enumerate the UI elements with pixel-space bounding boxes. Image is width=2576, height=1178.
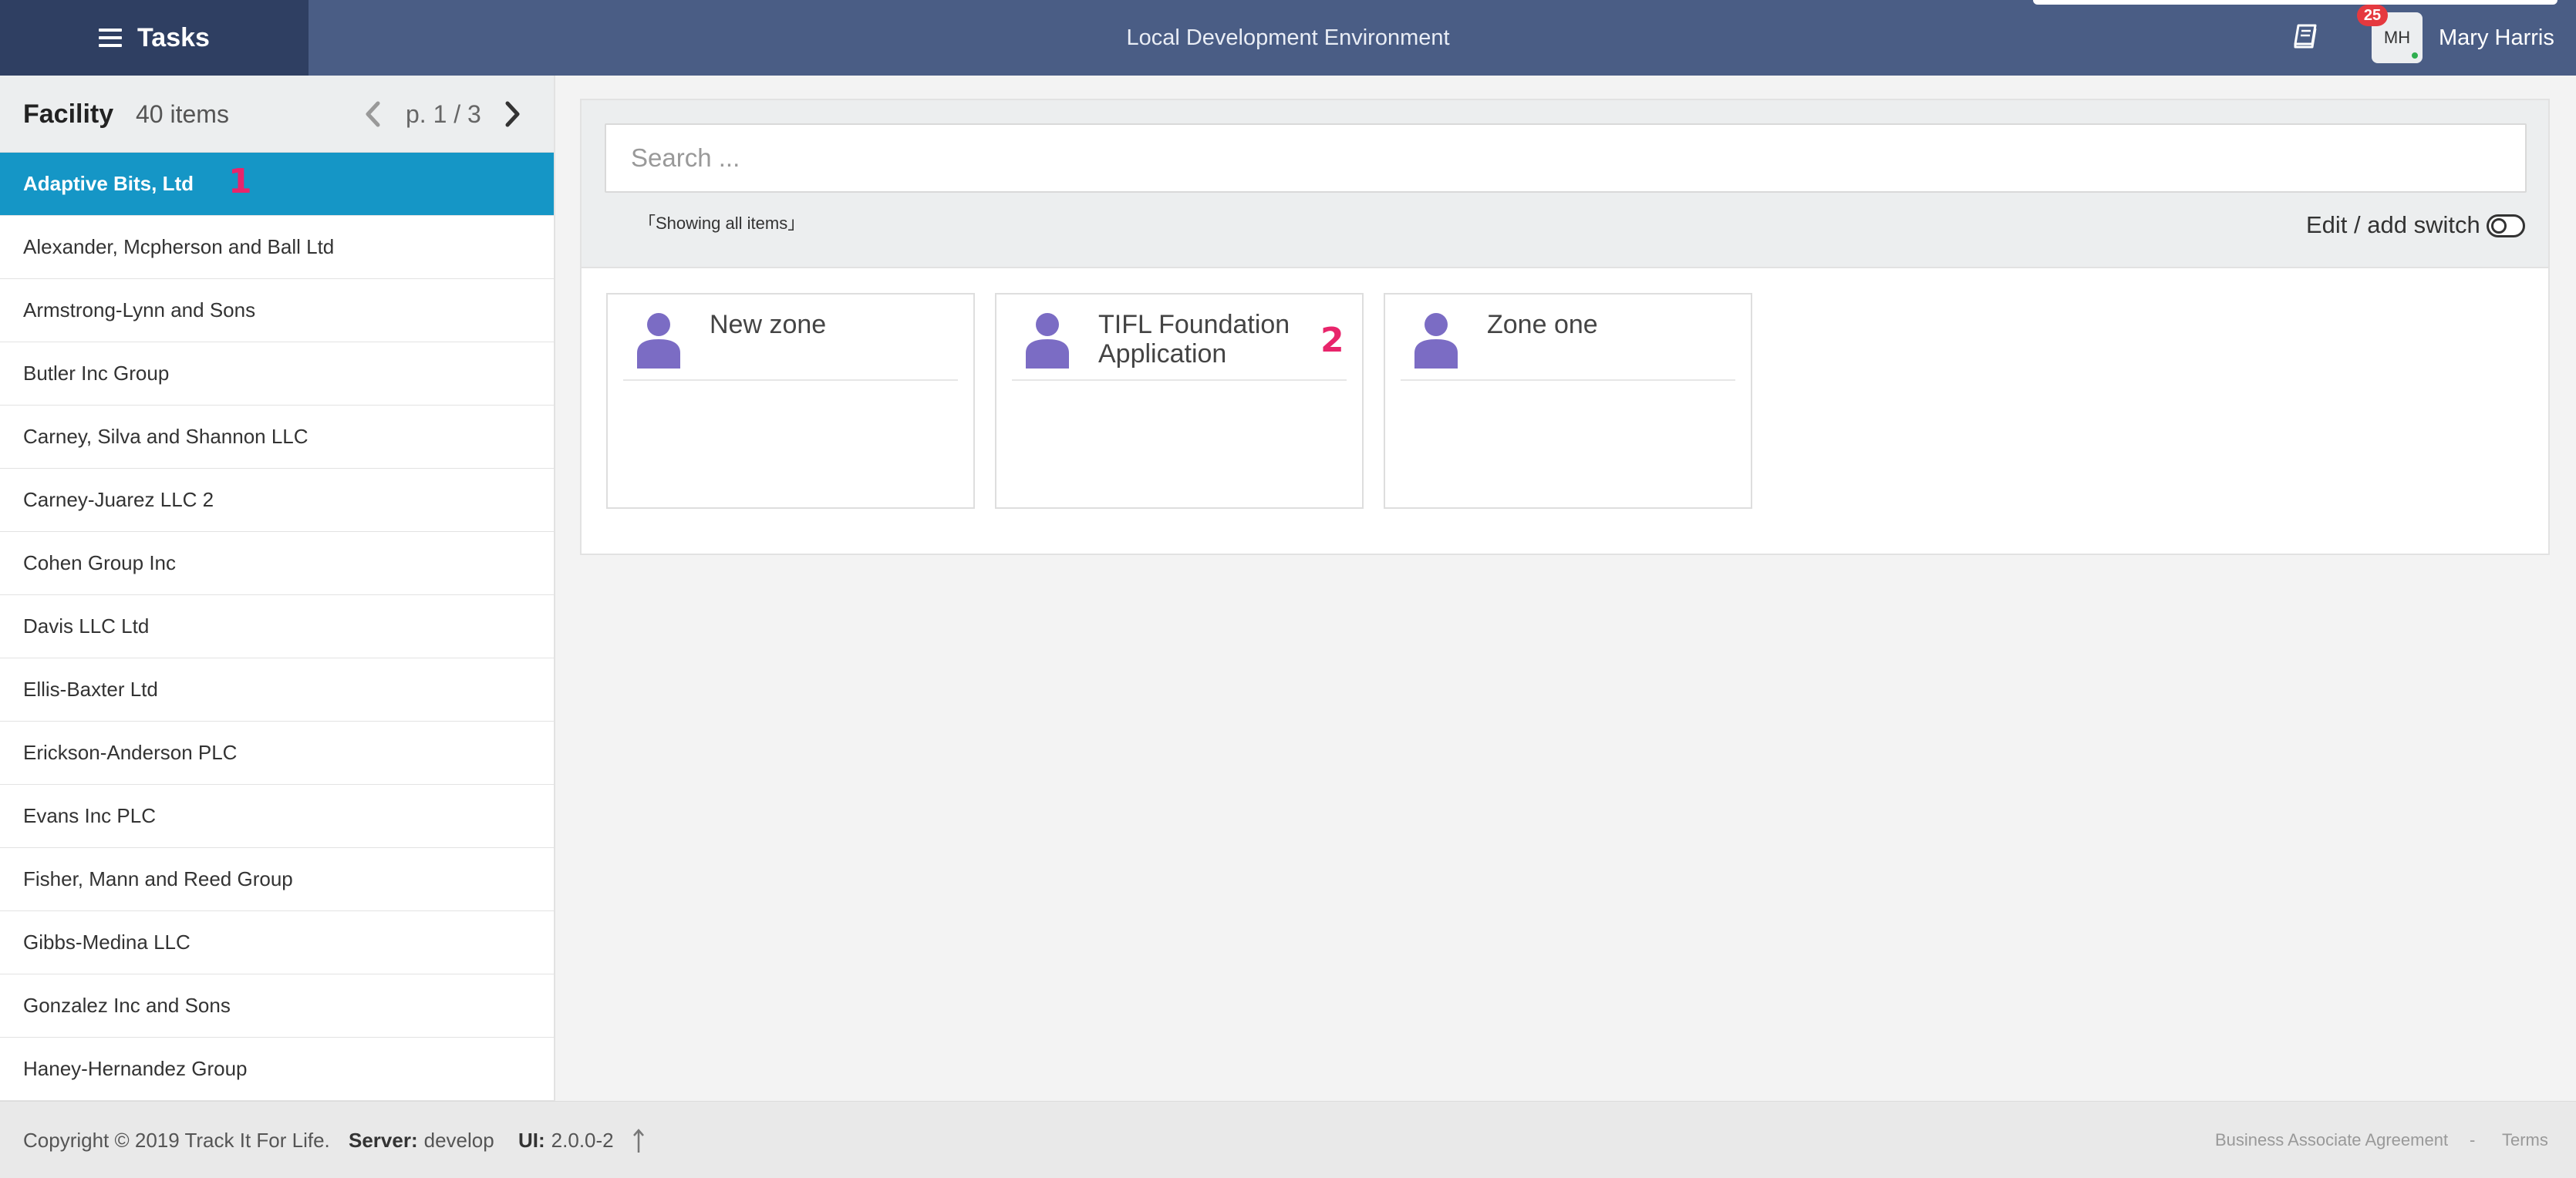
copyright-text: Copyright © 2019 Track It For Life.: [23, 1128, 330, 1152]
facility-item-label: Evans Inc PLC: [23, 804, 156, 827]
ui-value: 2.0.0-2: [551, 1128, 614, 1152]
facility-item[interactable]: Haney-Hernandez Group: [0, 1038, 554, 1101]
item-count: 40 items: [136, 99, 229, 128]
zone-name: TIFL Foundation Application: [1098, 310, 1290, 369]
facility-item-label: Armstrong-Lynn and Sons: [23, 298, 256, 321]
server-info: Server: develop: [349, 1102, 494, 1178]
facility-item-label: Butler Inc Group: [23, 362, 170, 385]
edit-toggle-switch[interactable]: [2487, 214, 2525, 237]
facility-item-label: Alexander, Mcpherson and Ball Ltd: [23, 235, 335, 258]
card-divider: [623, 379, 958, 381]
annotation-marker: 1: [228, 162, 252, 201]
facility-item-label: Davis LLC Ltd: [23, 614, 150, 638]
avatar-initials: MH: [2383, 28, 2411, 47]
card-divider: [1401, 379, 1735, 381]
zone-card[interactable]: TIFL Foundation Application 2: [995, 293, 1364, 509]
facility-item[interactable]: Gonzalez Inc and Sons: [0, 974, 554, 1038]
zone-card[interactable]: New zone: [606, 293, 975, 509]
server-label: Server:: [349, 1128, 418, 1152]
facility-item-label: Haney-Hernandez Group: [23, 1057, 248, 1080]
facility-item[interactable]: Alexander, Mcpherson and Ball Ltd: [0, 216, 554, 279]
hamburger-icon: [99, 29, 123, 47]
arrow-up-icon[interactable]: [631, 1128, 646, 1154]
facility-item-label: Gonzalez Inc and Sons: [23, 994, 231, 1017]
facility-item[interactable]: Ellis-Baxter Ltd: [0, 658, 554, 722]
top-navbar: Tasks Local Development Environment MH 2…: [0, 0, 2576, 76]
facility-item-label: Adaptive Bits, Ltd: [23, 172, 194, 195]
ui-version: UI: 2.0.0-2: [518, 1102, 614, 1178]
book-icon[interactable]: [2292, 23, 2320, 49]
zones-panel: 「Showing all items」 Edit / add switch Ne…: [580, 99, 2550, 555]
facility-item[interactable]: Carney, Silva and Shannon LLC: [0, 406, 554, 469]
ui-label: UI:: [518, 1128, 545, 1152]
facility-item[interactable]: Cohen Group Inc: [0, 532, 554, 595]
facility-item-label: Fisher, Mann and Reed Group: [23, 867, 293, 890]
notification-badge[interactable]: 25: [2357, 5, 2388, 26]
facility-item[interactable]: Erickson-Anderson PLC: [0, 722, 554, 785]
toggle-knob: [2491, 218, 2507, 234]
baa-link[interactable]: Business Associate Agreement: [2215, 1102, 2448, 1178]
zone-name: New zone: [710, 310, 827, 339]
filter-area: 「Showing all items」 Edit / add switch: [582, 100, 2548, 268]
facility-item[interactable]: Fisher, Mann and Reed Group: [0, 848, 554, 911]
zone-name: Zone one: [1487, 310, 1598, 339]
facility-item-label: Ellis-Baxter Ltd: [23, 678, 158, 701]
edit-switch-label: Edit / add switch: [2306, 211, 2480, 238]
user-icon: [1026, 313, 1069, 369]
annotation-marker: 2: [1320, 321, 1344, 360]
page-indicator: p. 1 / 3: [406, 99, 481, 128]
terms-link[interactable]: Terms: [2502, 1102, 2548, 1178]
user-icon: [1414, 313, 1458, 369]
facility-item-label: Cohen Group Inc: [23, 551, 177, 574]
footer-separator: -: [2470, 1130, 2476, 1149]
facility-item-label: Gibbs-Medina LLC: [23, 931, 191, 954]
facility-item-label: Carney, Silva and Shannon LLC: [23, 425, 309, 448]
user-icon: [637, 313, 680, 369]
showing-label: 「Showing all items」: [639, 214, 805, 233]
sidebar-title: Facility: [23, 99, 114, 129]
facility-item[interactable]: Armstrong-Lynn and Sons: [0, 279, 554, 342]
card-divider: [1012, 379, 1347, 381]
facility-item[interactable]: Butler Inc Group: [0, 342, 554, 406]
user-name-link[interactable]: Mary Harris: [2439, 0, 2554, 76]
server-value: develop: [423, 1128, 494, 1152]
facility-item[interactable]: Adaptive Bits, Ltd 1: [0, 153, 554, 216]
facility-list: Adaptive Bits, Ltd 1 Alexander, Mcpherson …: [0, 153, 554, 1101]
online-status-dot: [2410, 51, 2419, 60]
facility-item[interactable]: Evans Inc PLC: [0, 785, 554, 848]
chevron-left-icon[interactable]: [361, 99, 386, 130]
sidebar-header: Facility 40 items p. 1 / 3: [0, 76, 554, 153]
facility-item-label: Erickson-Anderson PLC: [23, 741, 238, 764]
facility-item[interactable]: Davis LLC Ltd: [0, 595, 554, 658]
chevron-right-icon[interactable]: [500, 99, 524, 130]
footer: Copyright © 2019 Track It For Life. Serv…: [0, 1101, 2576, 1178]
environment-title: Local Development Environment: [1126, 25, 1450, 50]
facility-sidebar: Facility 40 items p. 1 / 3 Adaptive Bits…: [0, 76, 555, 1101]
facility-item-label: Carney-Juarez LLC 2: [23, 488, 214, 511]
zone-card[interactable]: Zone one: [1384, 293, 1752, 509]
search-input[interactable]: [605, 123, 2527, 193]
facility-item[interactable]: Carney-Juarez LLC 2: [0, 469, 554, 532]
facility-item[interactable]: Gibbs-Medina LLC: [0, 911, 554, 974]
app-brand-toggle[interactable]: Tasks: [0, 0, 309, 76]
app-title: Tasks: [137, 22, 210, 52]
